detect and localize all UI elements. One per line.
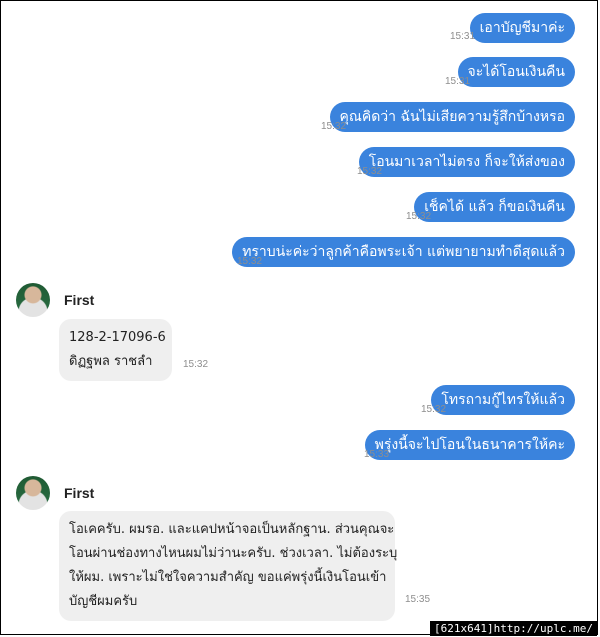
outgoing-message[interactable]: โอนมาเวลาไม่ตรง ก็จะให้ส่งของ [358,147,575,177]
incoming-message[interactable]: 128-2-17096-6 ดิฏฐพล ราชลำ [59,319,172,381]
message-line: ให้ผม. เพราะไม่ใช่ใจความสำคัญ ขอแค่พรุ่ง… [69,570,387,585]
message-time: 15:32 [237,256,263,267]
message-line: บัญชีผมครับ [69,594,138,609]
chat-window: เอาบัญชีมาค่ะ 15:31 จะได้โอนเงินคืน 15:3… [0,0,598,635]
outgoing-message[interactable]: เอาบัญชีมาค่ะ [469,13,575,43]
avatar[interactable] [16,283,50,317]
message-time: 15:31 [450,31,476,42]
outgoing-message[interactable]: ทราบน่ะค่ะว่าลูกค้าคือพระเจ้า แต่พยายามท… [232,237,575,267]
message-time: 15:31 [445,76,471,87]
watermark: [621x641]http://uplc.me/ [430,621,597,636]
avatar[interactable] [16,476,50,510]
outgoing-message[interactable]: โทรถามกู๊ไทรให้แล้ว [431,385,575,415]
message-time: 15:32 [421,404,447,415]
sender-name: First [64,485,95,501]
outgoing-message[interactable]: เช็คได้ แล้ว ก็ขอเงินคืน [414,192,575,222]
outgoing-message[interactable]: พรุ่งนี้จะไปโอนในธนาคารให้คะ [364,430,575,460]
message-time: 15:35 [405,594,431,605]
message-time: 15:32 [357,166,383,177]
message-line: 128-2-17096-6 [69,330,166,345]
sender-name: First [64,292,95,308]
message-time: 15:32 [183,359,209,370]
message-line: โอเคครับ. ผมรอ. และแคปหน้าจอเป็นหลักฐาน.… [69,522,395,537]
message-line: โอนผ่านช่องทางไหนผมไม่ว่านะครับ. ช่วงเวล… [69,546,398,561]
message-time: 15:33 [364,449,390,460]
outgoing-message[interactable]: จะได้โอนเงินคืน [457,57,575,87]
message-line: ดิฏฐพล ราชลำ [69,354,153,369]
incoming-message[interactable]: โอเคครับ. ผมรอ. และแคปหน้าจอเป็นหลักฐาน.… [59,511,398,621]
message-time: 15:32 [321,121,347,132]
message-time: 15:32 [406,211,432,222]
outgoing-message[interactable]: คุณคิดว่า ฉันไม่เสียความรู้สึกบ้างหรอ [329,102,575,132]
